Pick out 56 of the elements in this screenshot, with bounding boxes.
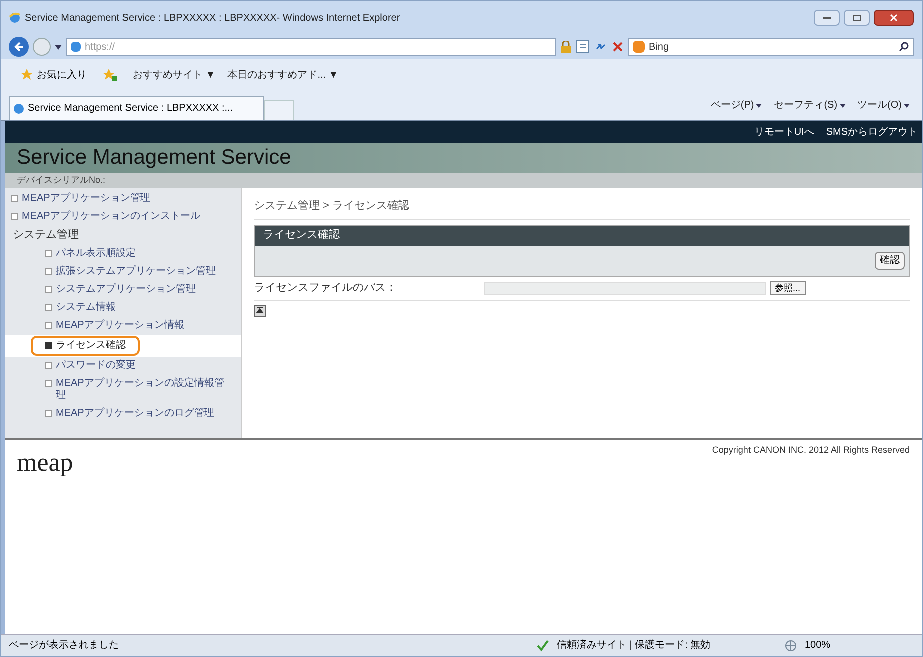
- caret-icon: [904, 104, 910, 108]
- meap-logo: meap: [17, 450, 74, 479]
- command-menu[interactable]: ツール(O): [858, 98, 910, 113]
- copyright-text: Copyright CANON INC. 2012 All Rights Reserved: [712, 444, 910, 457]
- search-field[interactable]: Bing: [628, 38, 914, 56]
- check-icon: [537, 640, 549, 652]
- sidebar-link[interactable]: MEAPアプリケーションのインストール: [11, 209, 208, 225]
- security-zone-text: 信頼済みサイト | 保護モード: 無効: [557, 638, 712, 653]
- close-icon: [890, 14, 898, 22]
- compatibility-icon[interactable]: [576, 40, 590, 54]
- star-icon: [21, 69, 33, 81]
- panel-title: ライセンス確認: [263, 228, 340, 244]
- zoom-button[interactable]: 100%: [805, 638, 914, 653]
- lock-icon[interactable]: [560, 41, 572, 53]
- close-button[interactable]: [874, 10, 914, 26]
- page-title: Service Management Service: [17, 145, 292, 172]
- file-path-field[interactable]: [484, 282, 766, 294]
- command-menu[interactable]: セーフティ(S): [774, 98, 846, 113]
- header-link[interactable]: SMSからログアウト: [826, 124, 918, 140]
- sidebar-link[interactable]: 拡張システムアプリケーション管理: [45, 264, 224, 280]
- search-icon[interactable]: [899, 42, 909, 52]
- browser-tab[interactable]: Service Management Service : LBPXXXXX :...: [9, 96, 264, 120]
- maximize-button[interactable]: [844, 10, 870, 26]
- sidebar-link[interactable]: MEAPアプリケーション情報: [45, 318, 192, 334]
- page-top-icon[interactable]: [254, 304, 266, 316]
- status-text: ページが表示されました: [9, 638, 120, 653]
- sidebar-link[interactable]: パスワードの変更: [45, 358, 144, 374]
- sidebar-link[interactable]: MEAPアプリケーションの設定情報管理: [45, 376, 241, 404]
- back-button[interactable]: [9, 37, 29, 57]
- dropdown-caret-icon[interactable]: [55, 44, 62, 50]
- sidebar-link[interactable]: MEAPアプリケーション管理: [11, 191, 158, 207]
- breadcrumb: システム管理 > ライセンス確認: [254, 198, 910, 220]
- serial-label: デバイスシリアルNo.:: [17, 174, 106, 187]
- sidebar-link[interactable]: MEAPアプリケーションのログ管理: [45, 406, 222, 422]
- browse-button[interactable]: 参照...: [770, 281, 806, 295]
- caret-icon: [840, 104, 846, 108]
- field-label: ライセンスファイルのパス：: [254, 280, 398, 296]
- sidebar-link[interactable]: パネル表示順設定: [45, 246, 144, 262]
- favorites-link[interactable]: おすすめサイト ▼: [133, 68, 216, 82]
- header-link[interactable]: リモートUIへ: [754, 124, 814, 140]
- add-favorite-icon[interactable]: [103, 69, 117, 81]
- globe-icon[interactable]: [785, 640, 797, 652]
- sidebar-link[interactable]: システムアプリケーション管理: [45, 282, 204, 298]
- caret-icon: [756, 104, 762, 108]
- stop-icon[interactable]: [612, 41, 624, 53]
- favorites-link[interactable]: 本日のおすすめアド... ▼: [228, 68, 339, 82]
- favorites-button[interactable]: お気に入り: [21, 68, 87, 82]
- browser-logo-icon: [9, 12, 21, 24]
- sidebar-link[interactable]: ライセンス確認: [31, 336, 140, 356]
- confirm-button[interactable]: 確認: [875, 252, 905, 270]
- sidebar-link[interactable]: システム情報: [45, 300, 124, 316]
- minimize-button[interactable]: [814, 10, 840, 26]
- window-title: Service Management Service : LBPXXXXX : LBPXXXXX- Windows Internet Explorer: [25, 12, 400, 26]
- back-arrow-icon: [14, 42, 24, 52]
- sidebar-group-label: システム管理: [12, 228, 80, 243]
- command-menu[interactable]: ページ(P): [710, 98, 762, 113]
